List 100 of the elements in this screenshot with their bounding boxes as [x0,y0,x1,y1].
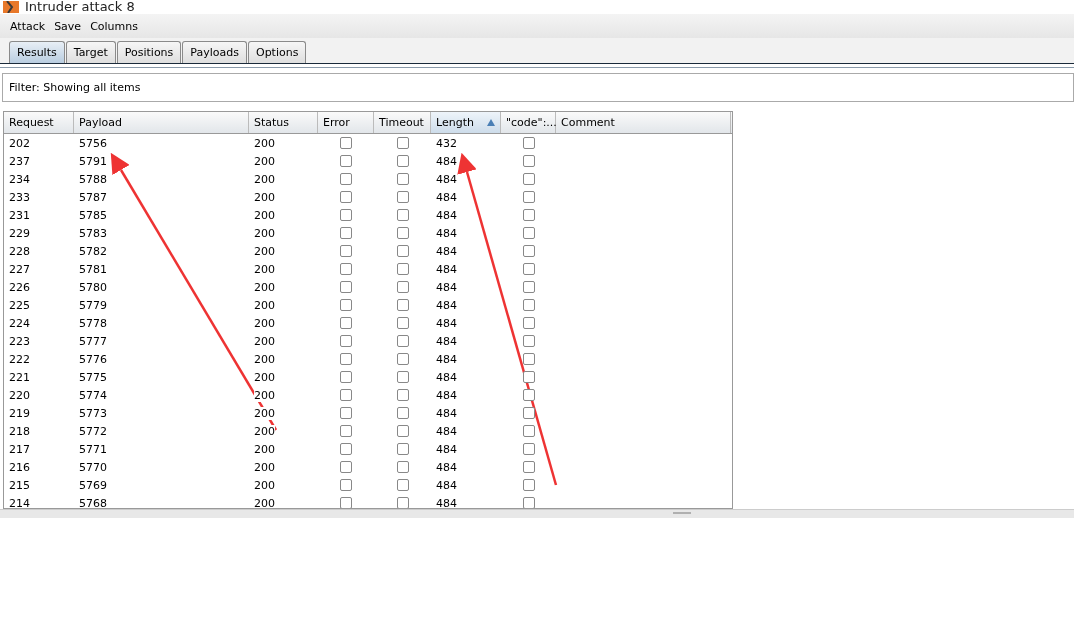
tab[interactable]: Results [9,41,65,63]
column-header[interactable]: Error [318,112,374,133]
checkbox[interactable] [396,245,409,257]
tab[interactable]: Options [247,41,307,63]
checkbox[interactable] [340,335,352,347]
checkbox[interactable] [340,443,352,455]
table-cell: 5788 [79,172,107,186]
table-cell: 200 [254,478,275,492]
checkbox[interactable] [396,137,409,149]
checkbox[interactable] [396,227,409,239]
checkbox[interactable] [522,155,535,167]
table-cell: 216 [9,460,30,474]
checkbox[interactable] [340,173,352,185]
checkbox[interactable] [522,389,535,401]
checkbox[interactable] [396,299,409,311]
app-logo-icon [3,1,19,13]
tab[interactable]: Target [65,41,116,63]
checkbox[interactable] [522,191,535,203]
checkbox[interactable] [522,371,535,383]
table-cell: 229 [9,226,30,240]
checkbox[interactable] [522,137,535,149]
table-cell: 484 [436,442,457,456]
checkbox[interactable] [340,245,352,257]
checkbox[interactable] [396,281,409,293]
table-cell: 484 [436,172,457,186]
column-header[interactable]: Comment [556,112,731,133]
table-cell: 200 [254,244,275,258]
checkbox[interactable] [340,461,352,473]
checkbox[interactable] [340,281,352,293]
table-cell: 484 [436,334,457,348]
column-header[interactable]: Request [4,112,74,133]
checkbox[interactable] [522,281,535,293]
checkbox[interactable] [396,191,409,203]
checkbox[interactable] [396,425,409,437]
checkbox[interactable] [340,407,352,419]
checkbox[interactable] [396,407,409,419]
table-cell: 200 [254,154,275,168]
column-header[interactable]: Payload [74,112,249,133]
checkbox[interactable] [522,173,535,185]
checkbox[interactable] [396,317,409,329]
checkbox[interactable] [396,173,409,185]
checkbox[interactable] [396,479,409,491]
checkbox[interactable] [340,191,352,203]
checkbox[interactable] [396,371,409,383]
column-header[interactable]: Status [249,112,318,133]
checkbox[interactable] [522,209,535,221]
tab[interactable]: Positions [116,41,182,63]
checkbox[interactable] [340,353,352,365]
checkbox[interactable] [340,299,352,311]
menu-item[interactable]: Save [54,19,82,33]
checkbox[interactable] [396,443,409,455]
checkbox[interactable] [340,209,352,221]
checkbox[interactable] [340,425,352,437]
checkbox[interactable] [340,137,352,149]
checkbox[interactable] [522,227,535,239]
checkbox[interactable] [396,497,409,508]
checkbox[interactable] [522,353,535,365]
checkbox[interactable] [522,263,535,275]
checkbox[interactable] [340,263,352,275]
table-cell: 484 [436,370,457,384]
checkbox[interactable] [522,407,535,419]
table-cell: 484 [436,280,457,294]
table-cell: 234 [9,172,30,186]
table-cell: 200 [254,496,275,508]
window-title: Intruder attack 8 [25,0,135,13]
checkbox[interactable] [522,461,535,473]
table-cell: 202 [9,136,30,150]
table-cell: 484 [436,406,457,420]
checkbox[interactable] [396,335,409,347]
checkbox[interactable] [340,497,352,508]
checkbox[interactable] [522,299,535,311]
column-header[interactable]: "code":... [501,112,556,133]
checkbox[interactable] [396,263,409,275]
checkbox[interactable] [522,317,535,329]
checkbox[interactable] [522,425,535,437]
table-cell: 200 [254,334,275,348]
checkbox[interactable] [522,335,535,347]
tab[interactable]: Payloads [182,41,247,63]
checkbox[interactable] [522,443,535,455]
checkbox[interactable] [340,155,352,167]
menu-item[interactable]: Attack [10,19,46,33]
checkbox[interactable] [522,497,535,508]
checkbox[interactable] [340,317,352,329]
checkbox[interactable] [396,209,409,221]
checkbox[interactable] [522,479,535,491]
checkbox[interactable] [396,353,409,365]
splitter-handle[interactable] [0,509,1074,518]
checkbox[interactable] [396,155,409,167]
table-cell: 200 [254,208,275,222]
checkbox[interactable] [340,389,352,401]
checkbox[interactable] [396,461,409,473]
checkbox[interactable] [340,479,352,491]
filter-bar[interactable]: Filter: Showing all items [2,73,1074,102]
checkbox[interactable] [340,227,352,239]
checkbox[interactable] [522,245,535,257]
table-cell: 5769 [79,478,107,492]
checkbox[interactable] [340,371,352,383]
checkbox[interactable] [396,389,409,401]
column-header[interactable]: Length [431,112,501,133]
menu-item[interactable]: Columns [90,19,138,33]
